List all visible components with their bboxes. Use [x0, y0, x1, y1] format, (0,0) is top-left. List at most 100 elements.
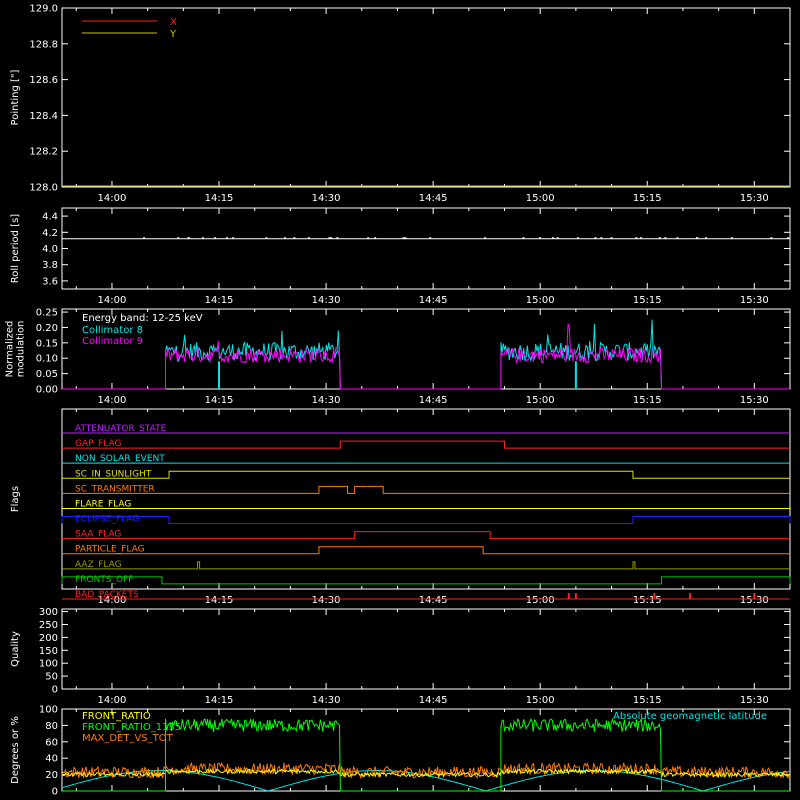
flag-label: SC_TRANSMITTER	[75, 484, 155, 494]
x-tick-label: 15:00	[526, 595, 555, 606]
x-tick-label: 15:30	[740, 695, 769, 706]
flag-label: SAA_FLAG	[75, 530, 121, 540]
roll-point	[695, 237, 698, 239]
legend-label: X	[170, 17, 177, 28]
y-tick-label: 0.10	[36, 354, 58, 365]
flag-label: FRONTS_OFF	[75, 575, 133, 585]
x-tick-label: 14:30	[312, 695, 341, 706]
roll-point	[404, 237, 407, 239]
roll-point	[730, 237, 733, 239]
flag-label: GAP_FLAG	[75, 439, 121, 449]
roll-point	[293, 237, 296, 239]
flag-label: SC_IN_SUNLIGHT	[75, 469, 152, 479]
roll-point	[226, 237, 229, 239]
x-tick-label: 14:15	[205, 595, 234, 606]
x-tick-label: 14:00	[98, 295, 127, 306]
x-tick-label: 15:30	[740, 295, 769, 306]
flag-label: PARTICLE_FLAG	[75, 545, 145, 555]
roll-point	[538, 237, 541, 239]
legend-label: Collimator 8	[82, 325, 143, 336]
y-tick-label: 200	[39, 633, 58, 644]
y-tick-label: 4.2	[42, 228, 58, 239]
x-tick-label: 15:00	[526, 395, 555, 406]
x-tick-label: 15:00	[526, 193, 555, 204]
roll-point	[214, 237, 217, 239]
y-tick-label: 100	[39, 659, 58, 670]
x-tick-label: 15:15	[633, 695, 662, 706]
x-tick-label: 14:45	[419, 295, 448, 306]
roll-point	[676, 237, 679, 239]
roll-point	[522, 237, 525, 239]
y-tick-label: 80	[45, 721, 58, 732]
y-tick-label: 0	[52, 787, 58, 798]
roll-point	[143, 237, 146, 239]
roll-point	[770, 237, 773, 239]
chart-figure: 14:00 14:15 14:30 14:45 15:00 15:15 15:30 Point…	[5, 4, 791, 798]
flag-label: BAD_PACKETS	[75, 590, 139, 600]
x-tick-label: 15:30	[740, 193, 769, 204]
roll-point	[635, 237, 638, 239]
roll-point	[402, 237, 405, 239]
y-tick-label: 128.8	[29, 39, 58, 50]
roll-point	[594, 237, 597, 239]
roll-point	[265, 237, 268, 239]
flag-trace	[62, 440, 790, 449]
roll-point	[610, 237, 613, 239]
y-tick-label: 3.8	[42, 260, 58, 271]
roll-point	[639, 237, 642, 239]
x-tick-label: 15:30	[740, 395, 769, 406]
flag-trace	[62, 470, 790, 479]
y-tick-label: 60	[45, 737, 58, 748]
y-tick-label: 0	[52, 685, 58, 696]
y-tick-label: 128.6	[29, 75, 58, 86]
y-tick-label: 129.0	[29, 4, 58, 15]
x-tick-label: 15:15	[633, 295, 662, 306]
x-tick-label: 14:00	[98, 193, 127, 204]
y-tick-label: 0.15	[36, 338, 58, 349]
roll-point	[556, 237, 559, 239]
flag-trace	[62, 546, 790, 555]
flag-label: NON_SOLAR_EVENT	[75, 454, 165, 464]
latitude-annotation: Absolute geomagnetic latitude	[613, 711, 767, 722]
x-tick-label: 14:45	[419, 695, 448, 706]
roll-point	[787, 237, 790, 239]
y-tick-label: 128.0	[29, 183, 58, 194]
y-axis-label: Flags	[10, 486, 21, 512]
y-tick-label: 0.00	[36, 385, 58, 396]
x-tick-label: 14:45	[419, 395, 448, 406]
roll-point	[704, 237, 707, 239]
y-tick-label: 0.20	[36, 323, 58, 334]
x-tick-label: 14:30	[312, 193, 341, 204]
y-axis-label: Pointing ["]	[10, 69, 21, 125]
roll-point	[232, 237, 235, 239]
roll-point	[367, 237, 370, 239]
y-tick-label: 20	[45, 770, 58, 781]
y-tick-label: 100	[39, 705, 58, 716]
flag-label: ATTENUATOR_STATE	[75, 424, 167, 434]
x-tick-label: 14:15	[205, 295, 234, 306]
roll-point	[177, 237, 180, 239]
flag-label: FLARE_FLAG	[75, 499, 131, 509]
flag-label: AAZ_FLAG	[75, 560, 122, 570]
x-tick-label: 14:30	[312, 295, 341, 306]
flag-label: ECLIPSE_FLAG	[75, 515, 139, 525]
legend-label: MAX_DET_VS_TOT	[82, 733, 174, 744]
y-tick-label: 150	[39, 646, 58, 657]
flags-frame	[61, 408, 791, 590]
roll-point	[484, 237, 487, 239]
energy-band-annotation: Energy band: 12-25 keV	[82, 313, 203, 324]
roll-point	[336, 237, 339, 239]
y-tick-label: 300	[39, 607, 58, 618]
roll-point	[330, 237, 333, 239]
roll-point	[374, 237, 377, 239]
legend-label: FRONT_RATIO	[82, 711, 151, 722]
roll-point	[664, 237, 667, 239]
y-tick-label: 4.4	[42, 212, 58, 223]
y-tick-label: 128.2	[29, 147, 58, 158]
x-tick-label: 14:15	[205, 395, 234, 406]
roll-point	[187, 237, 190, 239]
flag-trace	[62, 561, 790, 570]
flag-trace	[61, 516, 791, 525]
flag-trace	[62, 485, 790, 494]
y-tick-label: 128.4	[29, 111, 58, 122]
